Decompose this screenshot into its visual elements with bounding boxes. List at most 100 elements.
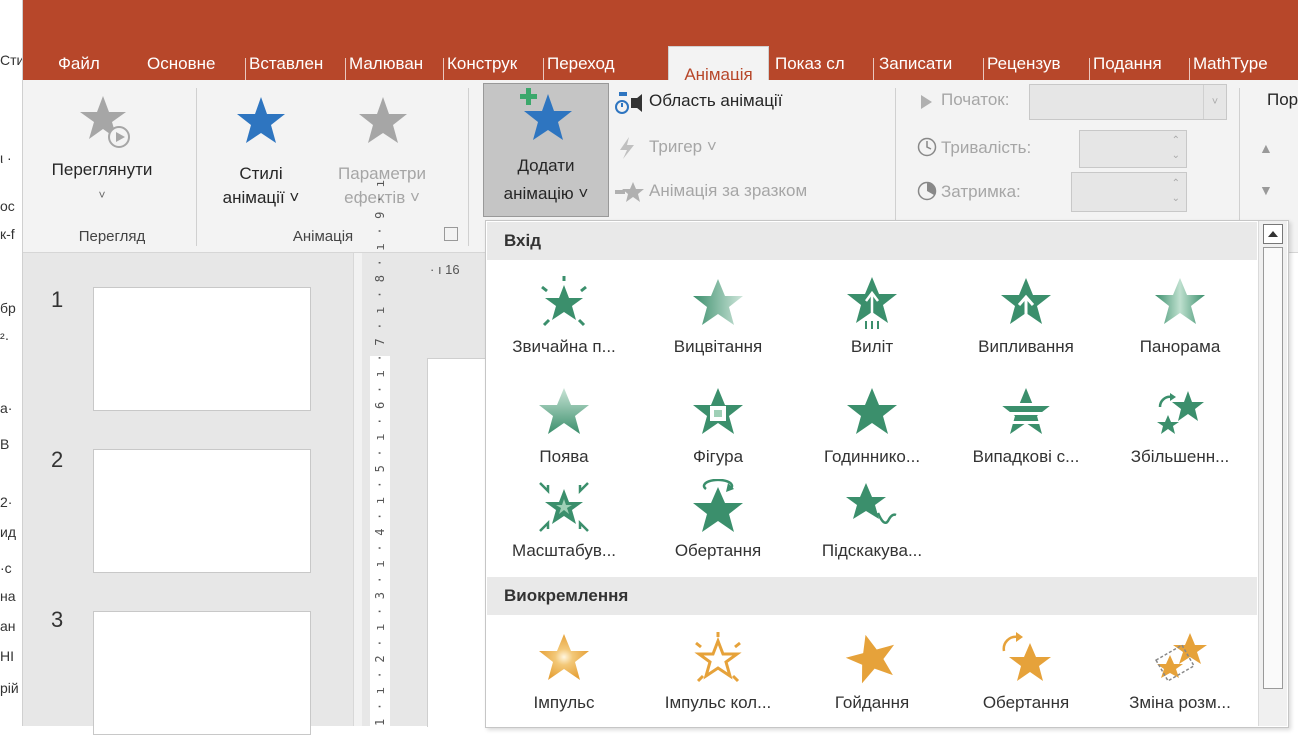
- preview-button[interactable]: Переглянути ˅: [37, 86, 167, 216]
- add-animation-button[interactable]: Додати анімацію ˅: [483, 83, 609, 217]
- appear-burst-star-icon: [541, 276, 587, 327]
- gallery-item-label: Випадкові с...: [972, 447, 1080, 466]
- slide-number: 3: [51, 607, 64, 632]
- section-header-emphasis: Виокремлення: [487, 577, 1257, 615]
- tab-transitions[interactable]: Переход: [547, 44, 663, 84]
- tab-file[interactable]: Файл: [58, 44, 116, 84]
- gallery-item-label: Годиннико...: [823, 447, 921, 466]
- sliver-text: ид: [0, 524, 16, 540]
- tab-slide-show[interactable]: Показ сл: [775, 44, 869, 84]
- tab-insert[interactable]: Вставлен: [249, 44, 343, 84]
- animation-painter-button[interactable]: Анімація за зразком: [615, 178, 875, 206]
- slide-thumbnail[interactable]: [93, 611, 311, 735]
- add-animation-star-icon: [520, 88, 572, 140]
- grow-shrink-star-icon: [1154, 633, 1207, 682]
- horizontal-ruler: · ı 16: [430, 262, 460, 277]
- animation-painter-icon: [615, 182, 644, 202]
- preview-star-icon: [80, 96, 130, 148]
- gallery-item-color-pulse[interactable]: Імпульс кол...: [641, 623, 795, 733]
- scroll-up-button[interactable]: [1263, 224, 1283, 244]
- grey-star-icon: [359, 97, 407, 143]
- sliver-text: бр: [0, 300, 16, 316]
- teeter-star-icon: [845, 634, 895, 684]
- gallery-item-label: Звичайна п...: [512, 337, 616, 356]
- gallery-item-bounce[interactable]: Підскакува...: [795, 471, 949, 581]
- slide-canvas[interactable]: [427, 358, 486, 727]
- zoom-star-icon: [539, 482, 589, 532]
- move-earlier-icon[interactable]: ▲: [1259, 140, 1273, 156]
- tab-home[interactable]: Основне: [147, 44, 243, 84]
- fly-in-star-icon: [847, 277, 897, 329]
- tab-view[interactable]: Подання: [1093, 44, 1187, 84]
- sliver-text: ос: [0, 198, 15, 214]
- spin-star-icon: [1002, 632, 1051, 681]
- add-animation-gallery: Вхід Звичайна п... Вицвітання Виліт Випл…: [485, 220, 1289, 728]
- animation-pane-label: Область анімації: [649, 91, 783, 110]
- gallery-item-spin[interactable]: Обертання: [949, 623, 1103, 733]
- sliver-text: Сти: [0, 52, 22, 68]
- slide-thumbnail[interactable]: [93, 287, 311, 411]
- random-bars-star-icon: [1001, 388, 1051, 434]
- gallery-item-label: Обертання: [982, 693, 1070, 712]
- animation-styles-button[interactable]: Стилі анімації ˅: [211, 86, 311, 216]
- gallery-item-fade[interactable]: Вицвітання: [641, 267, 795, 377]
- tab-draw[interactable]: Малюван: [349, 44, 441, 84]
- gallery-item-random-bars[interactable]: Випадкові с...: [949, 377, 1103, 487]
- spinner-arrows-icon: ⌃ ⌄: [1171, 135, 1180, 161]
- tab-review[interactable]: Рецензув: [987, 44, 1087, 84]
- ruler-marks: 1 · ı · 2 · ı · 3 · ı · 4 · ı · 5 · ı · …: [373, 179, 387, 726]
- gallery-item-float-in[interactable]: Випливання: [949, 267, 1103, 377]
- fade-star-icon: [693, 279, 743, 325]
- preview-label: Переглянути: [51, 160, 153, 179]
- tab-record[interactable]: Записати: [879, 44, 981, 84]
- scroll-thumb[interactable]: [1263, 247, 1283, 689]
- animation-styles-label-2: анімації ˅: [222, 188, 300, 207]
- gallery-item-grow-turn[interactable]: Збільшенн...: [1103, 377, 1257, 487]
- panel-splitter[interactable]: [353, 253, 362, 726]
- gallery-item-teeter[interactable]: Гойдання: [795, 623, 949, 733]
- sliver-text: к-f: [0, 226, 15, 242]
- chevron-down-icon: ˅: [1203, 85, 1226, 119]
- gallery-item-grow-shrink[interactable]: Зміна розм...: [1103, 623, 1257, 733]
- trigger-button[interactable]: Тригер ˅: [615, 134, 815, 162]
- ribbon-tab-bar: Файл Основне Вставлен Малюван Конструк П…: [23, 22, 1298, 103]
- sliver-text: ·с: [0, 560, 12, 576]
- lightning-icon: [620, 137, 634, 159]
- start-dropdown[interactable]: ˅: [1029, 84, 1227, 120]
- sliver-text: ι ·: [0, 150, 12, 166]
- trigger-label: Тригер ˅: [649, 137, 717, 156]
- gallery-item-fly-in[interactable]: Виліт: [795, 267, 949, 377]
- tab-design[interactable]: Конструк: [447, 44, 541, 84]
- gallery-item-split[interactable]: Панорама: [1103, 267, 1257, 377]
- gallery-item-appear[interactable]: Звичайна п...: [487, 267, 641, 377]
- slide-number: 1: [51, 287, 64, 312]
- gallery-item-label: Обертання: [674, 541, 762, 560]
- sliver-text: на: [0, 588, 16, 604]
- sliver-text: НІ: [0, 648, 14, 664]
- slide-number: 2: [51, 447, 64, 472]
- gallery-scrollbar[interactable]: [1258, 221, 1287, 726]
- gallery-item-label: Вицвітання: [673, 337, 763, 356]
- clock-icon: [917, 137, 937, 157]
- gallery-item-label: Збільшенн...: [1130, 447, 1230, 466]
- gallery-item-label: Виліт: [850, 337, 894, 356]
- background-window-sliver: Сти ι · ос к-f бр ²· а· В 2· ид ·с на ан…: [0, 0, 22, 726]
- gallery-item-pulse[interactable]: Імпульс: [487, 623, 641, 733]
- gallery-item-swivel[interactable]: Обертання: [641, 471, 795, 581]
- chevron-down-icon: ˅: [98, 188, 106, 202]
- gallery-item-zoom[interactable]: Масштабув...: [487, 471, 641, 581]
- tab-mathtype[interactable]: MathType: [1193, 44, 1298, 84]
- gallery-item-label: Панорама: [1139, 337, 1221, 356]
- move-later-icon[interactable]: ▼: [1259, 182, 1273, 198]
- dialog-launcher-icon[interactable]: [444, 227, 458, 241]
- sliver-text: В: [0, 436, 10, 452]
- slide-thumbnail[interactable]: [93, 449, 311, 573]
- animation-styles-label: Стилі: [239, 164, 283, 183]
- delay-spinner[interactable]: ⌃ ⌄: [1071, 172, 1187, 212]
- slide-thumbnail-panel: 1 2 3: [23, 253, 353, 735]
- swivel-star-icon: [693, 479, 743, 532]
- vertical-ruler: 1 · ı · 2 · ı · 3 · ı · 4 · ı · 5 · ı · …: [370, 179, 390, 726]
- animation-pane-button[interactable]: Область анімації: [615, 88, 875, 116]
- pulse-star-icon: [539, 634, 589, 680]
- duration-spinner[interactable]: ⌃ ⌄: [1079, 130, 1187, 168]
